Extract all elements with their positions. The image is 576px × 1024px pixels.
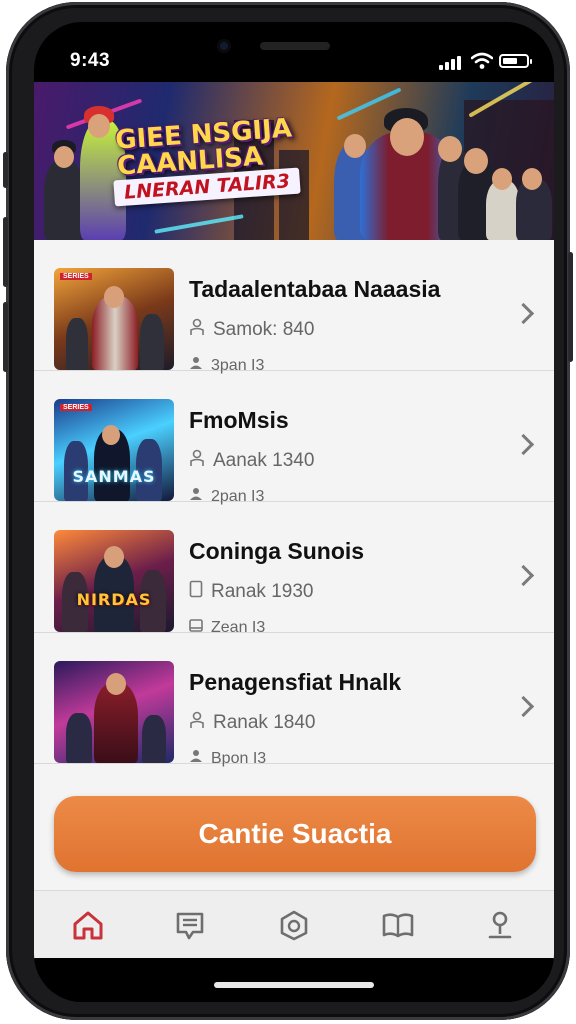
- item-meta-primary-text: Ranak 1840: [213, 712, 316, 733]
- item-thumbnail: SERIES SANMAS: [54, 399, 174, 501]
- phone-frame: 9:43 GIEE NSGIJA CAANLISA LNERAN TALIR3 …: [3, 2, 573, 1020]
- person-icon: [189, 749, 203, 768]
- explore-icon: [280, 910, 308, 941]
- item-meta-primary-text: Samok: 840: [213, 319, 315, 340]
- item-meta-primary: Ranak 1930: [189, 580, 313, 604]
- item-meta-secondary-text: Bpon I3: [211, 749, 267, 767]
- chat-icon: [176, 912, 204, 940]
- item-meta-primary-text: Aanak 1340: [213, 450, 315, 471]
- book-icon: [382, 913, 414, 938]
- item-title: Coninga Sunois: [189, 538, 365, 564]
- tab-explore[interactable]: [274, 905, 314, 945]
- user-icon: [189, 711, 205, 735]
- home-icon: [73, 911, 103, 940]
- content-list: SERIES Tadaalentabaa Naaasia Samok: 840: [34, 240, 554, 792]
- user-icon: [189, 318, 205, 342]
- item-thumbnail: NIRDAS: [54, 530, 174, 632]
- volume-down-button: [3, 302, 8, 372]
- volume-up-button: [3, 217, 8, 287]
- list-item[interactable]: Penagensfiat Hnalk Ranak 1840 Bpon I3: [34, 633, 554, 767]
- tab-chat[interactable]: [170, 905, 210, 945]
- thumbnail-logo: NIRDAS: [76, 590, 152, 609]
- chevron-right-icon[interactable]: [512, 564, 535, 587]
- power-button: [568, 252, 573, 362]
- front-camera: [217, 39, 231, 53]
- tab-home[interactable]: [68, 905, 108, 945]
- item-title: Tadaalentabaa Naaasia: [189, 276, 441, 302]
- list-item[interactable]: SERIES SANMAS FmoMsis Aanak 1340 2pan I3: [34, 371, 554, 505]
- cta-button[interactable]: Cantie Suactia: [54, 796, 536, 872]
- home-indicator-area: [34, 958, 554, 1002]
- user-icon: [189, 449, 205, 473]
- tab-profile[interactable]: [480, 905, 520, 945]
- item-title: FmoMsis: [189, 407, 289, 433]
- item-thumbnail: SERIES: [54, 268, 174, 370]
- signal-icon: [439, 56, 461, 70]
- tab-library[interactable]: [378, 905, 418, 945]
- item-meta-secondary: Bpon I3: [189, 749, 266, 768]
- item-meta-primary: Aanak 1340: [189, 449, 314, 473]
- mute-switch: [3, 152, 8, 188]
- list-item[interactable]: SERIES Tadaalentabaa Naaasia Samok: 840: [34, 240, 554, 374]
- status-bar: 9:43: [34, 22, 554, 82]
- tag-icon: [189, 580, 203, 604]
- profile-icon: [488, 911, 512, 939]
- item-thumbnail: [54, 661, 174, 763]
- item-meta-primary-text: Ranak 1930: [211, 581, 314, 602]
- item-meta-primary: Ranak 1840: [189, 711, 315, 735]
- promo-banner[interactable]: GIEE NSGIJA CAANLISA LNERAN TALIR3: [34, 82, 554, 240]
- battery-icon: [499, 54, 532, 68]
- screen: 9:43 GIEE NSGIJA CAANLISA LNERAN TALIR3 …: [34, 22, 554, 1002]
- home-indicator[interactable]: [214, 982, 374, 988]
- status-time: 9:43: [70, 50, 111, 71]
- chevron-right-icon[interactable]: [512, 433, 535, 456]
- wifi-icon: [471, 52, 493, 69]
- item-meta-primary: Samok: 840: [189, 318, 314, 342]
- thumbnail-logo: SANMAS: [72, 467, 156, 486]
- list-item[interactable]: NIRDAS Coninga Sunois Ranak 1930 Zean I3: [34, 502, 554, 636]
- bottom-tab-bar: [34, 890, 554, 959]
- cta-area: Cantie Suactia: [34, 792, 554, 890]
- earpiece-speaker: [260, 42, 330, 50]
- chevron-right-icon[interactable]: [512, 695, 535, 718]
- item-title: Penagensfiat Hnalk: [189, 669, 402, 695]
- chevron-right-icon[interactable]: [512, 302, 535, 325]
